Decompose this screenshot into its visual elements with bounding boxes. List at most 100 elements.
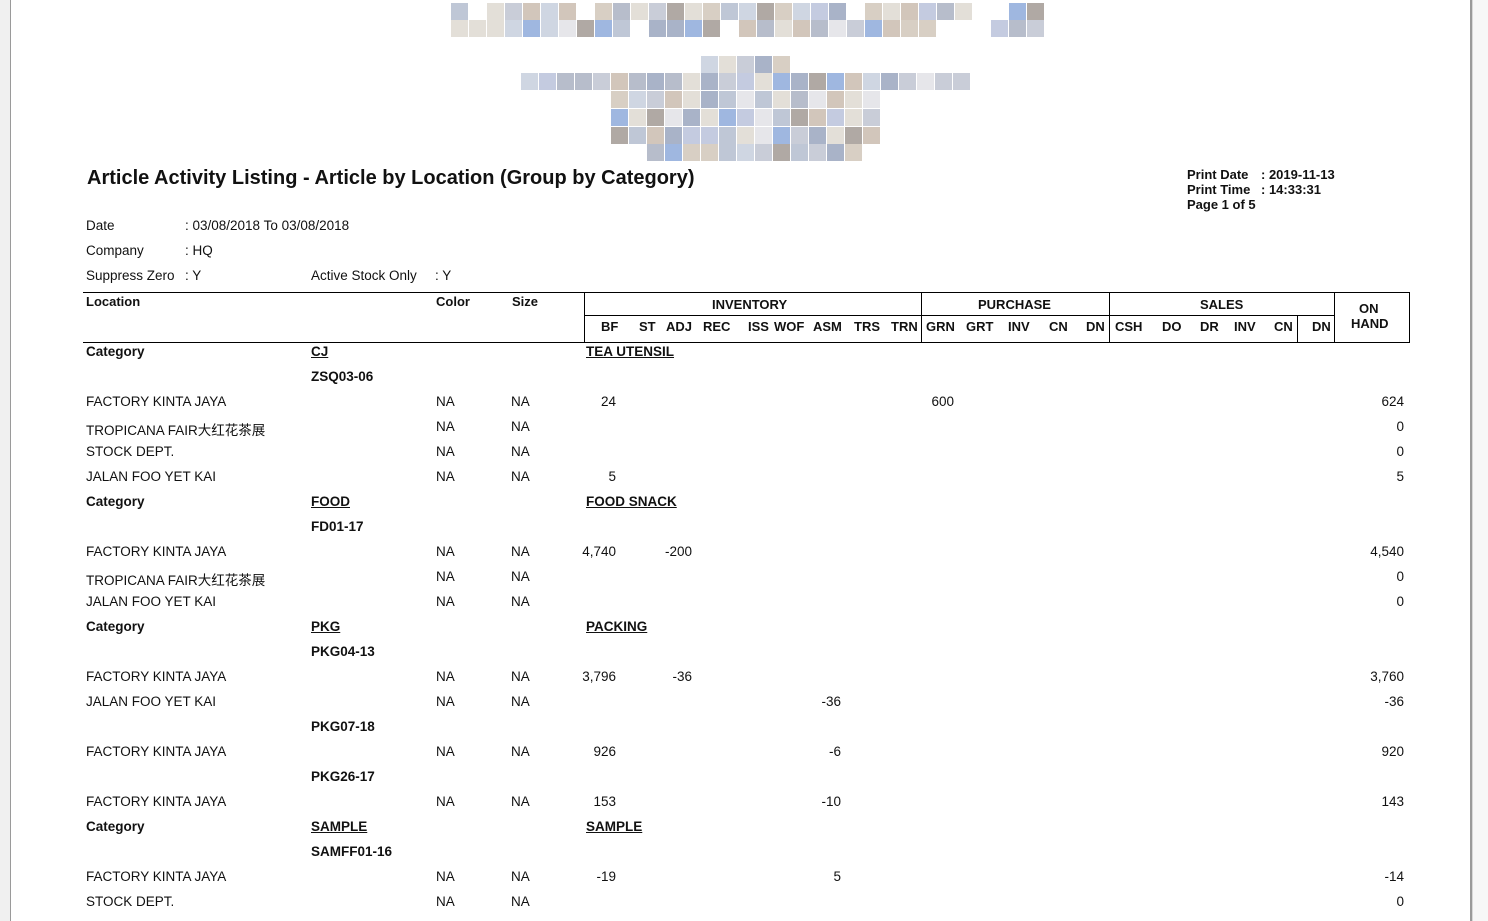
redacted-pixel <box>665 144 682 161</box>
col-size: Size <box>512 294 539 309</box>
redacted-pixel <box>593 73 610 90</box>
redacted-pixel <box>791 109 808 126</box>
redacted-pixel <box>791 127 808 144</box>
col-inv-wof: WOF <box>774 319 805 334</box>
redacted-pixel <box>685 3 702 20</box>
redacted-pixel <box>845 91 862 108</box>
page-indicator: Page 1 of 5 <box>1187 197 1256 212</box>
location-name: JALAN FOO YET KAI <box>86 694 217 709</box>
redacted-pixel <box>991 20 1008 37</box>
redacted-pixel <box>613 3 630 20</box>
color-value: NA <box>436 469 455 484</box>
col-inv-adj: ADJ <box>666 319 693 334</box>
size-value: NA <box>511 394 530 409</box>
redacted-pixel <box>829 3 846 20</box>
redacted-pixel <box>773 109 790 126</box>
color-value: NA <box>436 694 455 709</box>
redacted-pixel <box>865 20 882 37</box>
redacted-pixel <box>737 109 754 126</box>
redacted-pixel <box>773 144 790 161</box>
col-sal-cn: CN <box>1274 319 1293 334</box>
redacted-pixel <box>613 20 630 37</box>
redacted-pixel <box>595 3 612 20</box>
asm-value: -6 <box>828 744 841 759</box>
redacted-pixel <box>919 3 936 20</box>
redacted-pixel <box>757 20 774 37</box>
redacted-pixel <box>793 3 810 20</box>
redacted-pixel <box>647 109 664 126</box>
redacted-pixel <box>935 73 952 90</box>
redacted-pixel <box>611 127 628 144</box>
article-code: ZSQ03-06 <box>311 369 374 384</box>
redacted-pixel <box>685 20 702 37</box>
redacted-pixel <box>611 109 628 126</box>
redacted-pixel <box>937 3 954 20</box>
size-value: NA <box>511 744 530 759</box>
color-value: NA <box>436 394 455 409</box>
company-label: Company <box>86 243 144 258</box>
location-name: FACTORY KINTA JAYA <box>86 394 227 409</box>
location-name: FACTORY KINTA JAYA <box>86 744 227 759</box>
redacted-pixel <box>665 91 682 108</box>
redacted-pixel <box>701 91 718 108</box>
redacted-pixel <box>1009 3 1026 20</box>
redacted-pixel <box>647 91 664 108</box>
redacted-pixel <box>1027 20 1044 37</box>
category-code: CJ <box>311 344 329 359</box>
asm-value: 5 <box>833 869 841 884</box>
redacted-pixel <box>505 3 522 20</box>
redacted-pixel <box>863 73 880 90</box>
location-name: FACTORY KINTA JAYA <box>86 869 227 884</box>
redacted-pixel <box>557 73 574 90</box>
size-value: NA <box>511 569 530 584</box>
redacted-pixel <box>809 73 826 90</box>
vertical-scrollbar[interactable] <box>1472 0 1488 921</box>
redacted-pixel <box>863 127 880 144</box>
redacted-pixel <box>719 91 736 108</box>
redacted-pixel <box>755 73 772 90</box>
redacted-pixel <box>451 20 468 37</box>
category-label: Category <box>86 494 145 509</box>
redacted-pixel <box>739 20 756 37</box>
redacted-pixel <box>719 127 736 144</box>
bf-value: 4,740 <box>582 544 616 559</box>
location-name: JALAN FOO YET KAI <box>86 594 217 609</box>
category-name: SAMPLE <box>586 819 643 834</box>
category-label: Category <box>86 819 145 834</box>
redacted-pixel <box>811 3 828 20</box>
report-title: Article Activity Listing - Article by Lo… <box>87 167 695 189</box>
size-value: NA <box>511 694 530 709</box>
size-value: NA <box>511 444 530 459</box>
col-sal-csh: CSH <box>1115 319 1143 334</box>
group-subrule <box>584 315 1335 316</box>
redacted-pixel <box>523 3 540 20</box>
redacted-pixel <box>721 3 738 20</box>
redacted-pixel <box>919 20 936 37</box>
redacted-pixel <box>683 127 700 144</box>
redacted-pixel <box>719 56 736 73</box>
col-sal-inv: INV <box>1234 319 1256 334</box>
col-sal-do: DO <box>1162 319 1182 334</box>
redacted-pixel <box>701 109 718 126</box>
pur-left-border <box>921 292 922 343</box>
redacted-pixel <box>737 91 754 108</box>
redacted-pixel <box>827 91 844 108</box>
col-inv-rec: REC <box>703 319 731 334</box>
report-page: Article Activity Listing - Article by Lo… <box>10 0 1472 921</box>
redacted-pixel <box>577 20 594 37</box>
redacted-pixel <box>845 73 862 90</box>
redacted-pixel <box>629 91 646 108</box>
size-value: NA <box>511 794 530 809</box>
col-pur-dn: DN <box>1086 319 1105 334</box>
col-pur-grn: GRN <box>926 319 955 334</box>
redacted-pixel <box>683 91 700 108</box>
col-inv-st: ST <box>639 319 656 334</box>
redacted-pixel <box>667 20 684 37</box>
location-name: TROPICANA FAIR大红花茶展 <box>86 423 266 438</box>
onhand-value: 5 <box>1396 469 1404 484</box>
redacted-pixel <box>955 3 972 20</box>
article-code: PKG07-18 <box>311 719 375 734</box>
color-value: NA <box>436 444 455 459</box>
color-value: NA <box>436 794 455 809</box>
onhand-value: 143 <box>1381 794 1404 809</box>
